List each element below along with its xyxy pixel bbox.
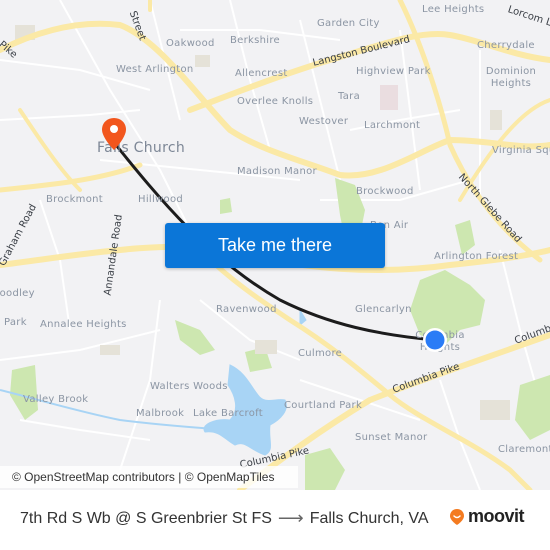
place-label: Valley Brook <box>23 394 89 405</box>
place-label: Dominion Heights <box>485 66 537 89</box>
origin-location-icon[interactable] <box>422 327 448 353</box>
place-label: Westover <box>299 116 349 127</box>
place-label: Courtland Park <box>284 400 363 411</box>
place-label: Park <box>4 317 27 328</box>
place-label: Arlington Forest <box>434 251 519 262</box>
origin-stop-name: 7th Rd S Wb @ S Greenbrier St FS <box>20 509 272 527</box>
place-label: Virginia Square <box>492 145 550 156</box>
place-label: Overlee Knolls <box>237 96 314 107</box>
destination-name: Falls Church, VA <box>309 509 429 527</box>
place-label: Lee Heights <box>422 4 485 15</box>
footer-bar: 7th Rd S Wb @ S Greenbrier St FS ⟶ Falls… <box>0 490 550 550</box>
place-label: Annalee Heights <box>40 319 127 330</box>
place-label: Garden City <box>317 18 380 29</box>
place-label: Brockwood <box>356 186 414 197</box>
place-label: Culmore <box>298 348 343 359</box>
moovit-wordmark: moovit <box>468 506 525 526</box>
arrow-right-icon: ⟶ <box>277 508 304 528</box>
place-label: Hillwood <box>138 194 184 205</box>
moovit-logo: moovit <box>449 506 525 527</box>
map-canvas[interactable]: Garden City Lee Heights Oakwood Berkshir… <box>0 0 550 490</box>
place-label: Woodley <box>0 288 35 299</box>
place-label: Brockmont <box>46 194 103 205</box>
place-label: Allencrest <box>235 68 288 79</box>
place-label: Lake Barcroft <box>193 408 264 419</box>
place-label: Berkshire <box>230 35 280 46</box>
attribution-text: © OpenStreetMap contributors | © OpenMap… <box>12 470 275 484</box>
place-label: Oakwood <box>166 38 215 49</box>
place-label: Tara <box>338 91 361 102</box>
place-label: Ravenwood <box>216 304 277 315</box>
place-label: Madison Manor <box>237 166 317 177</box>
place-label: Glencarlyn <box>355 304 412 315</box>
place-label: Malbrook <box>136 408 185 419</box>
take-me-there-button[interactable]: Take me there <box>165 223 385 268</box>
route-summary: 7th Rd S Wb @ S Greenbrier St FS ⟶ Falls… <box>20 508 429 529</box>
place-label: Sunset Manor <box>355 432 428 443</box>
moovit-pin-icon <box>450 508 464 525</box>
place-label: Larchmont <box>364 120 421 131</box>
destination-pin-icon[interactable] <box>101 117 127 151</box>
place-label: Walters Woods <box>150 381 228 392</box>
place-label: Highview Park <box>356 66 431 77</box>
place-label: Cherrydale <box>477 40 535 51</box>
place-label: West Arlington <box>116 64 194 75</box>
map-attribution: © OpenStreetMap contributors | © OpenMap… <box>0 466 298 488</box>
place-label: Claremont <box>498 444 550 455</box>
